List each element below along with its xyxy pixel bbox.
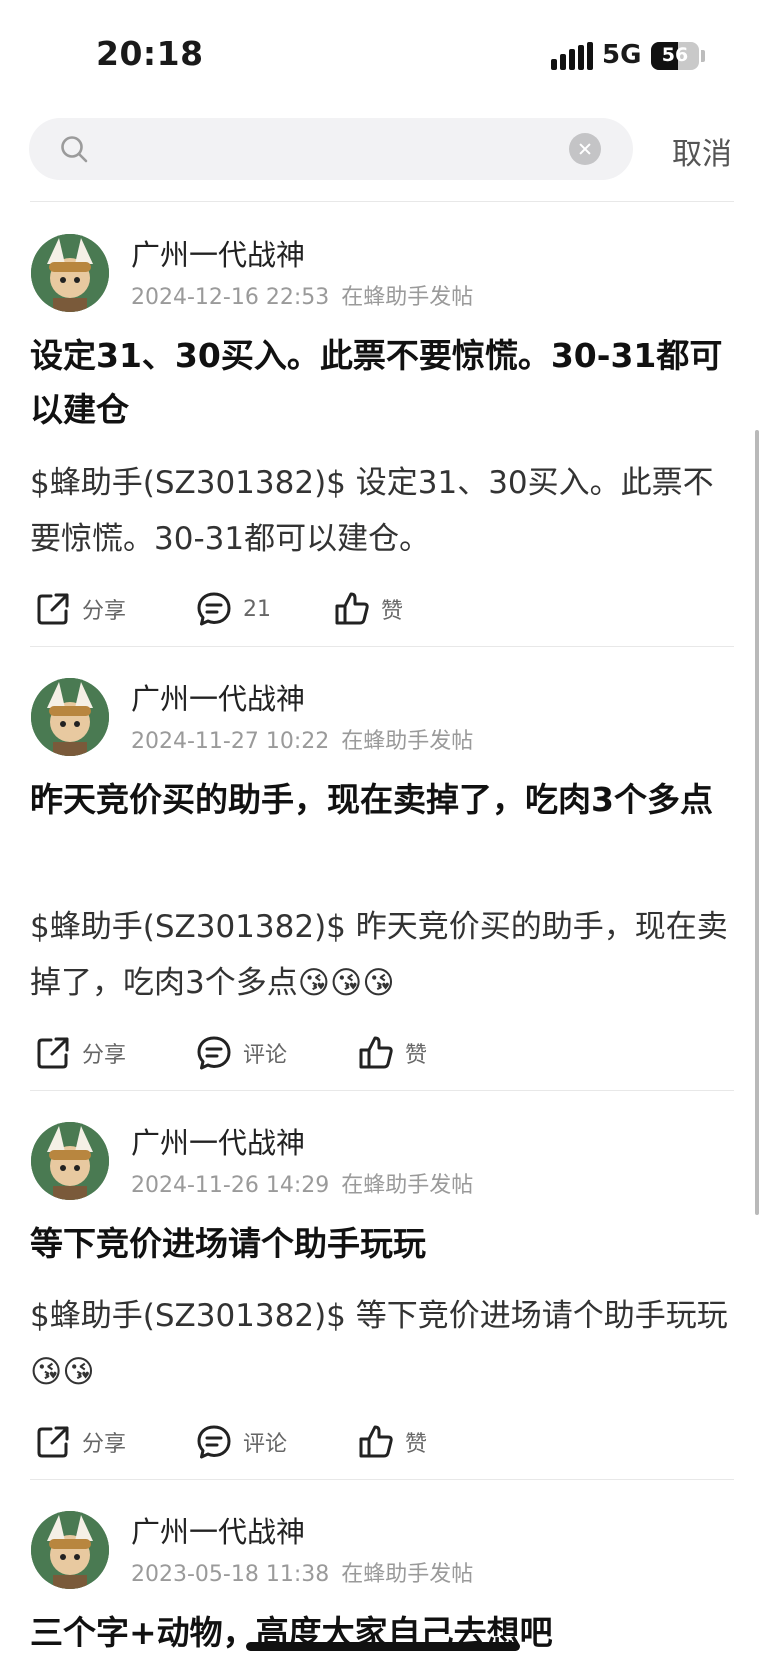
author-name[interactable]: 广州一代战神: [131, 676, 305, 718]
post-body[interactable]: $蜂助手(SZ301382)$ 昨天竞价买的助手，现在卖掉了，吃肉3个多点😘😘😘: [30, 899, 730, 1011]
comment-icon: [197, 1036, 231, 1070]
post-date: 2024-12-16 22:53: [131, 285, 330, 310]
post-date: 2024-11-26 14:29: [131, 1173, 330, 1198]
post-source: 在蜂助手发帖: [341, 1173, 474, 1198]
like-label: 赞: [381, 599, 404, 624]
comment-icon: [197, 1425, 231, 1459]
post-actions: 分享 21 赞: [0, 587, 769, 631]
network-type: 5G: [602, 40, 642, 70]
thumbs-up-icon: [359, 1425, 393, 1458]
post-meta: 2024-11-26 14:29 在蜂助手发帖: [131, 1167, 473, 1199]
comment-count: 21: [243, 596, 271, 622]
battery-icon: 56: [651, 42, 699, 70]
avatar[interactable]: [31, 678, 109, 756]
share-button[interactable]: 分享: [34, 1031, 126, 1075]
share-icon: [37, 1426, 69, 1458]
battery-percent: 56: [661, 44, 689, 66]
avatar[interactable]: [31, 1122, 109, 1200]
like-button[interactable]: 赞: [333, 587, 403, 631]
comment-button[interactable]: 评论: [195, 1031, 287, 1075]
post-source: 在蜂助手发帖: [341, 729, 474, 754]
post-title[interactable]: 三个字+动物，高度大家自己去想吧: [30, 1606, 735, 1660]
post-meta: 2024-12-16 22:53 在蜂助手发帖: [131, 279, 473, 311]
share-icon: [37, 593, 69, 625]
comment-label: 评论: [243, 1043, 288, 1068]
thumbs-up-icon: [335, 592, 369, 625]
signal-icon: [551, 42, 593, 70]
post-title[interactable]: 等下竞价进场请个助手玩玩: [30, 1217, 735, 1271]
divider: [30, 1479, 734, 1480]
post-date: 2024-11-27 10:22: [131, 729, 330, 754]
share-button[interactable]: 分享: [34, 587, 126, 631]
share-button[interactable]: 分享: [34, 1420, 126, 1464]
post-body[interactable]: $蜂助手(SZ301382)$ 等下竞价进场请个助手玩玩😘😘: [30, 1288, 730, 1400]
post-source: 在蜂助手发帖: [341, 285, 474, 310]
comment-icon: [197, 592, 231, 626]
post-meta: 2023-05-18 11:38 在蜂助手发帖: [131, 1556, 473, 1588]
status-time: 20:18: [96, 34, 204, 73]
clear-icon[interactable]: [569, 133, 601, 165]
like-label: 赞: [405, 1043, 428, 1068]
share-label: 分享: [82, 599, 127, 624]
post-body[interactable]: $蜂助手(SZ301382)$ 设定31、30买入。此票不要惊慌。30-31都可…: [30, 455, 730, 567]
scrollbar[interactable]: [755, 430, 759, 1215]
author-name[interactable]: 广州一代战神: [131, 232, 305, 274]
post-date: 2023-05-18 11:38: [131, 1562, 330, 1587]
search-icon: [61, 136, 88, 163]
comment-label: 评论: [243, 1432, 288, 1457]
search-input[interactable]: [105, 130, 569, 170]
divider: [30, 201, 734, 202]
post-source: 在蜂助手发帖: [341, 1562, 474, 1587]
post-title[interactable]: 设定31、30买入。此票不要惊慌。30-31都可以建仓: [30, 329, 735, 437]
divider: [30, 1090, 734, 1091]
post-meta: 2024-11-27 10:22 在蜂助手发帖: [131, 723, 473, 755]
share-label: 分享: [82, 1432, 127, 1457]
share-label: 分享: [82, 1043, 127, 1068]
home-indicator[interactable]: [246, 1642, 520, 1651]
post-actions: 分享 评论 赞: [0, 1031, 769, 1075]
divider: [30, 646, 734, 647]
avatar[interactable]: [31, 234, 109, 312]
avatar[interactable]: [31, 1511, 109, 1589]
cancel-button[interactable]: 取消: [672, 129, 732, 173]
like-button[interactable]: 赞: [357, 1420, 427, 1464]
post-actions: 分享 评论 赞: [0, 1420, 769, 1464]
comment-button[interactable]: 21: [195, 587, 271, 631]
status-bar: 20:18 5G 56: [0, 0, 769, 110]
like-button[interactable]: 赞: [357, 1031, 427, 1075]
share-icon: [37, 1037, 69, 1069]
thumbs-up-icon: [359, 1036, 393, 1069]
search-bar[interactable]: [29, 118, 633, 180]
author-name[interactable]: 广州一代战神: [131, 1509, 305, 1551]
battery-tip: [701, 50, 705, 62]
author-name[interactable]: 广州一代战神: [131, 1120, 305, 1162]
comment-button[interactable]: 评论: [195, 1420, 287, 1464]
like-label: 赞: [405, 1432, 428, 1457]
post-title[interactable]: 昨天竞价买的助手，现在卖掉了，吃肉3个多点: [30, 773, 735, 827]
